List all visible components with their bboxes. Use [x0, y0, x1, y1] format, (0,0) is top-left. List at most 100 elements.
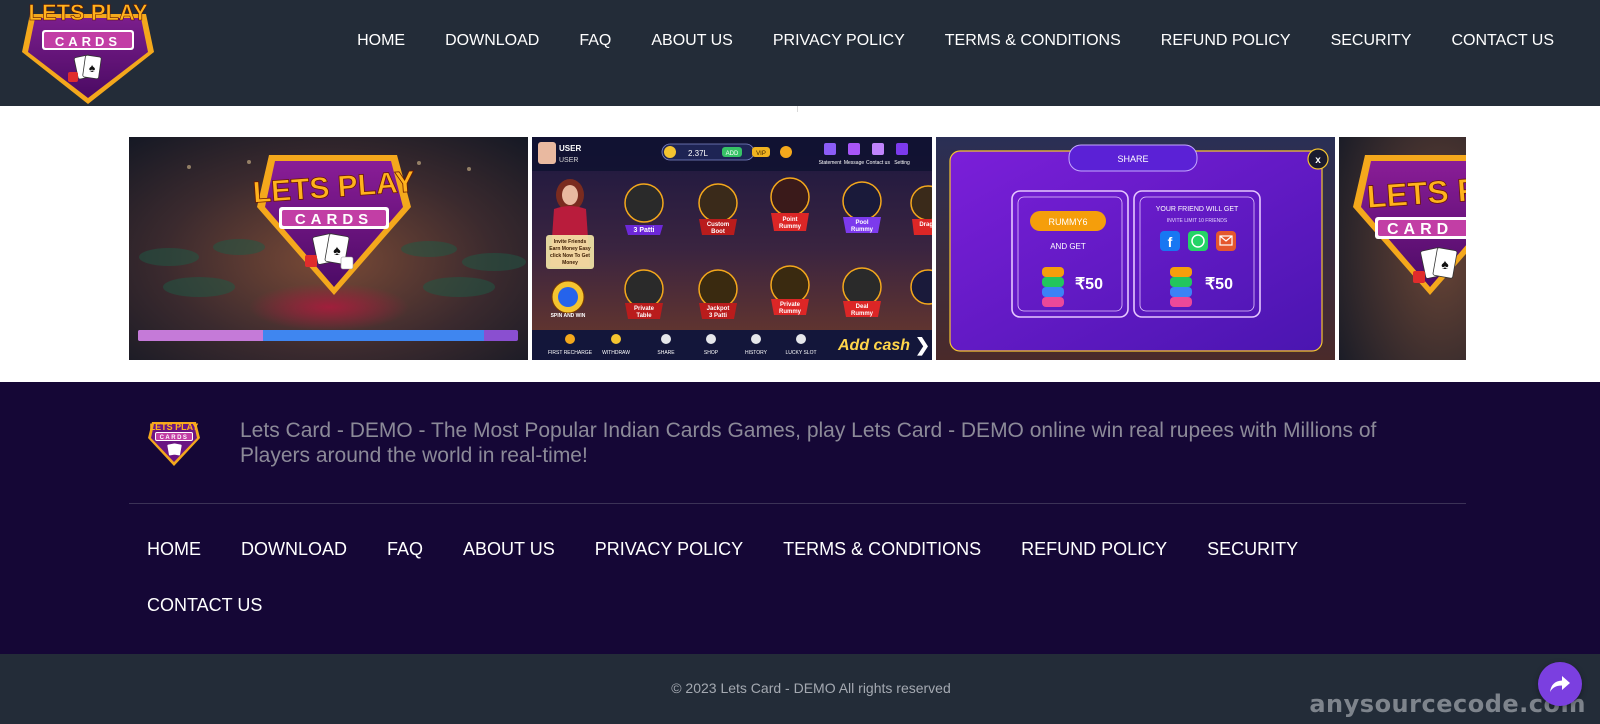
- share-reward-left: ₹50: [1075, 276, 1103, 293]
- lobby-vip-label: VIP: [756, 151, 766, 157]
- svg-text:❯: ❯: [915, 335, 930, 356]
- main-nav: HOME DOWNLOAD FAQ ABOUT US PRIVACY POLIC…: [337, 28, 1574, 54]
- share-code: RUMMY6: [1048, 217, 1087, 227]
- lobby-spin-label: SPIN AND WIN: [551, 313, 586, 319]
- nav-download[interactable]: DOWNLOAD: [425, 28, 559, 54]
- lobby-balance: 2.37L: [688, 149, 709, 158]
- svg-text:click Now To Get: click Now To Get: [550, 253, 590, 259]
- share-dialog-image: SHARE x RUMMY6 AND GET ₹50 YOUR FRIEND W…: [936, 137, 1335, 360]
- share-reward-right: ₹50: [1205, 276, 1233, 293]
- svg-text:Jackpot: Jackpot: [707, 306, 730, 312]
- lobby-bottom-withdraw: WITHDRAW: [602, 350, 630, 356]
- svg-text:f: f: [1168, 234, 1173, 250]
- footer-nav-download[interactable]: DOWNLOAD: [221, 522, 367, 578]
- lobby-icon-statement: Statement: [819, 160, 842, 166]
- site-footer: CARDS LETS PLAY Lets Card - DEMO - The M…: [0, 382, 1600, 654]
- casino-banner-image: CARDS LETS PLAY ♠: [129, 137, 528, 360]
- footer-nav-home[interactable]: HOME: [127, 522, 221, 578]
- nav-security[interactable]: SECURITY: [1311, 28, 1432, 54]
- share-arrow-icon: [1550, 676, 1570, 692]
- svg-text:Deal: Deal: [856, 304, 869, 310]
- site-logo[interactable]: CARDS LETS PLAY ♠: [18, 0, 158, 106]
- svg-text:3 Patti: 3 Patti: [709, 313, 727, 319]
- svg-text:Table: Table: [636, 313, 652, 319]
- footer-nav-refund-policy[interactable]: REFUND POLICY: [1001, 522, 1187, 578]
- lobby-user-name: USER: [559, 144, 581, 153]
- slide1-cards-text: CARDS: [295, 211, 373, 228]
- video-progress-bar[interactable]: [138, 330, 518, 341]
- carousel-slide-logo-partial[interactable]: CARD LETS PL ♠: [1339, 137, 1466, 360]
- lobby-bottom-first-recharge: FIRST RECHARGE: [548, 350, 593, 356]
- footer-nav-faq[interactable]: FAQ: [367, 522, 443, 578]
- svg-text:Private: Private: [634, 306, 655, 312]
- svg-text:Rummy: Rummy: [779, 309, 802, 315]
- svg-text:Custom: Custom: [707, 222, 729, 228]
- footer-nav-contact-us[interactable]: CONTACT US: [127, 578, 282, 634]
- svg-text:Boot: Boot: [711, 229, 725, 235]
- carousel-slide-lobby[interactable]: USER USER 2.37L ADD VIP Statement Messag…: [532, 137, 932, 360]
- lets-play-cards-logo-icon: CARDS LETS PLAY ♠: [22, 0, 154, 104]
- lobby-add-cash: Add cash: [837, 337, 910, 354]
- share-friend-sub: INVITE LIMIT 10 FRIENDS: [1167, 218, 1228, 224]
- share-button[interactable]: [1538, 662, 1582, 706]
- carousel-slide-logo[interactable]: CARDS LETS PLAY ♠: [129, 137, 528, 360]
- header-divider: [797, 106, 798, 112]
- nav-privacy-policy[interactable]: PRIVACY POLICY: [753, 28, 925, 54]
- lobby-bottom-lucky-slot: LUCKY SLOT: [785, 350, 816, 356]
- nav-contact-us[interactable]: CONTACT US: [1431, 28, 1574, 54]
- copyright-bar: © 2023 Lets Card - DEMO All rights reser…: [0, 654, 1600, 724]
- svg-text:♠: ♠: [333, 242, 341, 258]
- svg-text:Point: Point: [783, 217, 798, 223]
- nav-faq[interactable]: FAQ: [559, 28, 631, 54]
- progress-buffered: [263, 330, 484, 341]
- svg-text:♠: ♠: [1441, 256, 1449, 272]
- svg-text:Private: Private: [780, 302, 801, 308]
- lobby-user-sub: USER: [559, 157, 578, 164]
- footer-nav-security[interactable]: SECURITY: [1187, 522, 1318, 578]
- lobby-bottom-share: SHARE: [657, 350, 675, 356]
- lobby-icon-contact: Contact us: [866, 160, 890, 166]
- svg-text:Rummy: Rummy: [851, 227, 874, 233]
- footer-description: Lets Card - DEMO - The Most Popular Indi…: [240, 419, 1377, 467]
- nav-about-us[interactable]: ABOUT US: [631, 28, 753, 54]
- share-dialog-close: x: [1315, 155, 1321, 166]
- footer-logo[interactable]: CARDS LETS PLAY: [146, 416, 202, 468]
- svg-text:CARDS: CARDS: [160, 435, 189, 441]
- nav-terms-conditions[interactable]: TERMS & CONDITIONS: [925, 28, 1141, 54]
- casino-banner-image-partial: CARD LETS PL ♠: [1339, 137, 1466, 360]
- slide4-cards-text: CARD: [1387, 221, 1453, 238]
- footer-divider: [129, 503, 1466, 504]
- nav-home[interactable]: HOME: [337, 28, 425, 54]
- lobby-icon-message: Message: [844, 160, 865, 166]
- footer-nav-privacy-policy[interactable]: PRIVACY POLICY: [575, 522, 763, 578]
- footer-nav: HOME DOWNLOAD FAQ ABOUT US PRIVACY POLIC…: [127, 522, 1387, 634]
- lobby-bottom-shop: SHOP: [704, 350, 719, 356]
- site-header: CARDS LETS PLAY ♠ HOME DOWNLOAD FAQ ABOU…: [0, 0, 1600, 106]
- svg-text:Rummy: Rummy: [851, 311, 874, 317]
- svg-text:Drago: Drago: [919, 222, 932, 228]
- carousel-slide-share[interactable]: SHARE x RUMMY6 AND GET ₹50 YOUR FRIEND W…: [936, 137, 1335, 360]
- share-friend-title: YOUR FRIEND WILL GET: [1156, 206, 1239, 213]
- whatsapp-icon[interactable]: [1188, 231, 1208, 251]
- svg-text:CARDS: CARDS: [55, 34, 121, 49]
- lobby-bottom-history: HISTORY: [745, 350, 768, 356]
- svg-text:♠: ♠: [89, 61, 96, 75]
- svg-text:Rummy: Rummy: [779, 224, 802, 230]
- lobby-add-label: ADD: [726, 151, 739, 157]
- lobby-game-1: 3 Patti: [633, 227, 654, 234]
- lets-play-cards-logo-icon: CARDS LETS PLAY: [148, 422, 200, 466]
- svg-text:Earn Money Easy: Earn Money Easy: [549, 246, 591, 252]
- svg-text:Invite Friends: Invite Friends: [554, 239, 587, 245]
- footer-nav-about-us[interactable]: ABOUT US: [443, 522, 575, 578]
- svg-text:Money: Money: [562, 260, 578, 266]
- screenshot-carousel[interactable]: CARDS LETS PLAY ♠ USER USER 2.37L ADD VI…: [129, 137, 1466, 360]
- progress-played: [138, 330, 264, 341]
- nav-refund-policy[interactable]: REFUND POLICY: [1141, 28, 1311, 54]
- svg-text:LETS PLAY: LETS PLAY: [29, 0, 148, 25]
- share-and-get: AND GET: [1050, 242, 1086, 251]
- footer-nav-terms-conditions[interactable]: TERMS & CONDITIONS: [763, 522, 1001, 578]
- svg-text:LETS PLAY: LETS PLAY: [150, 422, 199, 432]
- game-lobby-image: USER USER 2.37L ADD VIP Statement Messag…: [532, 137, 932, 360]
- share-dialog-title: SHARE: [1117, 154, 1148, 164]
- svg-text:Pool: Pool: [856, 220, 869, 226]
